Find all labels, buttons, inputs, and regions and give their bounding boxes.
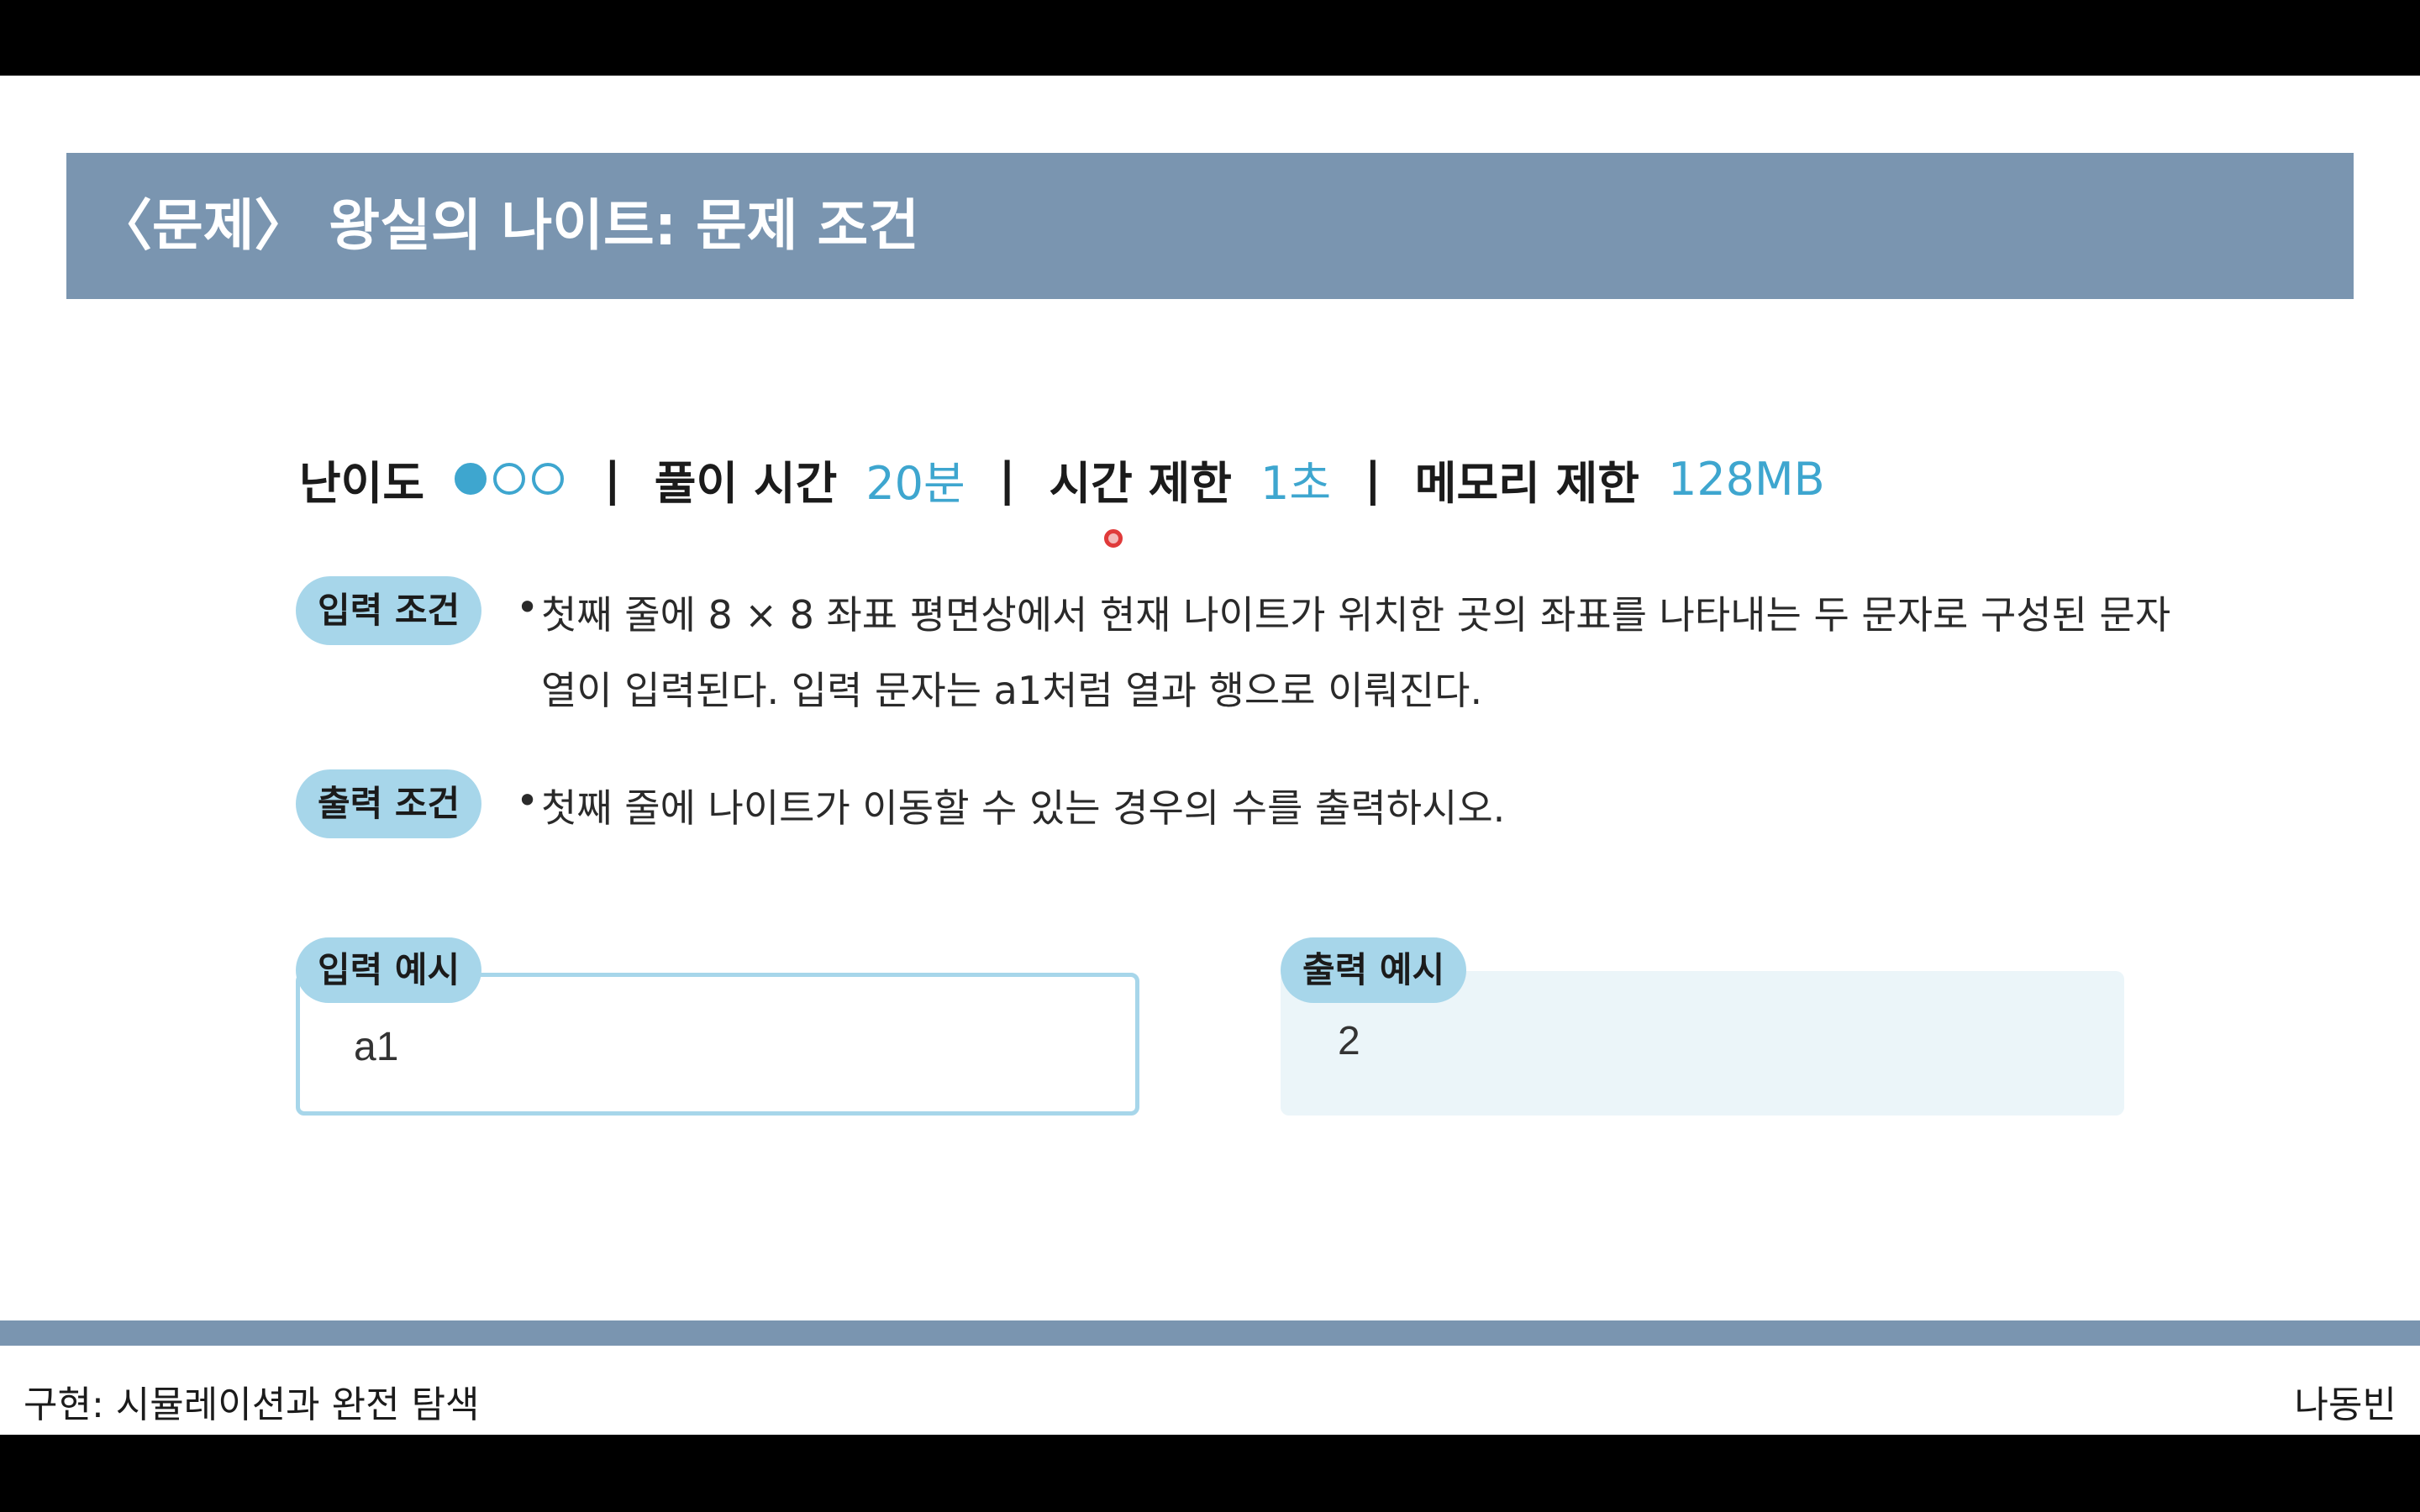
- output-example-value: 2: [1338, 1019, 1360, 1063]
- separator: |: [998, 452, 1016, 506]
- mouse-pointer-icon: [1104, 529, 1123, 548]
- bullet: •: [516, 778, 539, 823]
- slide: 〈문제〉 왕실의 나이트: 문제 조건 난이도 | 풀이 시간 20분 | 시간…: [0, 76, 2420, 1435]
- input-condition-badge: 입력 조건: [296, 576, 482, 645]
- input-condition-text-line1: 첫째 줄에 8 × 8 좌표 평면상에서 현재 나이트가 위치한 곳의 좌표를 …: [541, 592, 2171, 638]
- footer-author: 나동빈: [2294, 1383, 2396, 1426]
- difficulty-empty-dot-icon: [493, 463, 526, 495]
- difficulty-rating: [455, 463, 571, 495]
- difficulty-filled-dot-icon: [455, 463, 487, 495]
- problem-meta-row: 난이도 | 풀이 시간 20분 | 시간 제한 1초 | 메모리 제한 128M…: [299, 437, 1825, 521]
- difficulty-empty-dot-icon: [532, 463, 565, 495]
- footer-section-title: 구현: 시뮬레이션과 완전 탐색: [24, 1383, 480, 1426]
- separator: |: [604, 452, 621, 506]
- output-example-badge: 출력 예시: [1281, 937, 1467, 1003]
- separator: |: [1365, 452, 1381, 506]
- input-example-badge: 입력 예시: [296, 937, 482, 1003]
- output-condition-badge: 출력 조건: [296, 769, 482, 838]
- output-condition-text: 첫째 줄에 나이트가 이동할 수 있는 경우의 수를 출력하시오.: [541, 785, 1506, 831]
- solve-time-value: 20분: [865, 456, 965, 510]
- memory-limit-value: 128MB: [1667, 452, 1825, 506]
- memory-limit-label: 메모리 제한: [1414, 456, 1639, 510]
- time-limit-label: 시간 제한: [1049, 456, 1232, 510]
- input-condition-text-line2: 열이 입력된다. 입력 문자는 a1처럼 열과 행으로 이뤄진다.: [541, 668, 1483, 713]
- input-example-value: a1: [354, 1025, 399, 1069]
- time-limit-value: 1초: [1260, 456, 1332, 510]
- solve-time-label: 풀이 시간: [654, 456, 838, 510]
- difficulty-label: 난이도: [299, 456, 425, 510]
- footer-stripe: [0, 1320, 2420, 1346]
- slide-title: 〈문제〉 왕실의 나이트: 문제 조건: [97, 193, 919, 258]
- title-bar: 〈문제〉 왕실의 나이트: 문제 조건: [66, 153, 2354, 299]
- bullet: •: [516, 585, 539, 630]
